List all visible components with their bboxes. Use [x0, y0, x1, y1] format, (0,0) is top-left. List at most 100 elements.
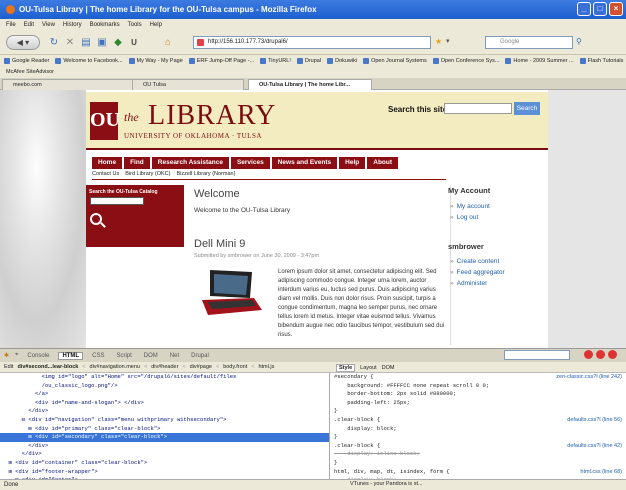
style-tab-layout[interactable]: Layout	[360, 365, 377, 371]
site-search-input[interactable]	[444, 103, 512, 114]
fb-tab-dom[interactable]: DOM	[141, 353, 161, 359]
css-rule-line[interactable]: }	[331, 459, 626, 468]
nav-about[interactable]: About	[367, 157, 399, 169]
html-source-line[interactable]: </a>	[0, 390, 329, 399]
nav-services[interactable]: Services	[230, 157, 270, 169]
style-tab-style[interactable]: Style	[336, 363, 356, 372]
menu-tools[interactable]: Tools	[128, 22, 142, 28]
link-feed-aggregator[interactable]: Feed aggregator	[450, 269, 505, 276]
menu-view[interactable]: View	[42, 22, 55, 28]
link-log-out[interactable]: Log out	[450, 214, 479, 221]
close-button[interactable]: ×	[609, 2, 623, 16]
html-source-line[interactable]: ⊞ <div id="footer-wrapper">	[0, 468, 329, 477]
dropdown-icon[interactable]: ▾	[446, 37, 450, 45]
minimize-button[interactable]: _	[577, 2, 591, 16]
print-icon[interactable]: ▤	[80, 37, 92, 49]
css-source-link[interactable]: html.css (line 68)	[580, 468, 622, 477]
nav-find[interactable]: Find	[124, 157, 150, 169]
fb-tab-css[interactable]: CSS	[89, 353, 107, 359]
stop-icon[interactable]: ✕	[64, 37, 76, 49]
css-rule-line[interactable]: #secondary {zen-classic.css?l (line 242)	[331, 373, 626, 382]
fb-tab-drupal[interactable]: Drupal	[188, 353, 212, 359]
crumb-body[interactable]: body.front	[223, 364, 247, 370]
home-icon[interactable]: ⌂	[162, 37, 174, 49]
inspect-icon[interactable]: ⌖	[15, 352, 18, 359]
crumb-header[interactable]: div#header	[151, 364, 178, 370]
fb-minimize-icon[interactable]	[584, 350, 593, 359]
link-administer[interactable]: Administer	[450, 280, 488, 287]
fb-detach-icon[interactable]	[596, 350, 605, 359]
secnav-bizzell-library[interactable]: Bizzell Library (Norman)	[176, 171, 235, 177]
html-source-line[interactable]: ⊞ <div id="container" class="clear-block…	[0, 459, 329, 468]
bookmark-ojs[interactable]: Open Journal Systems	[363, 58, 427, 64]
css-rule-line[interactable]: display: inline-block;	[331, 450, 626, 459]
css-rule-line[interactable]: }	[331, 433, 626, 442]
fb-close-icon[interactable]	[608, 350, 617, 359]
css-rule-line[interactable]: border-bottom: 2px solid #880000;	[331, 390, 626, 399]
html-source-line[interactable]: </div>	[0, 407, 329, 416]
html-source-line[interactable]: ⊟ <div id="navigation" class="menu withp…	[0, 416, 329, 425]
bookmark-erf[interactable]: ERF Jump-Off Page -...	[188, 58, 254, 64]
site-title[interactable]: LIBRARY	[148, 100, 276, 132]
html-source-line[interactable]: ⊞ <div id="primary" class="clear-block">	[0, 425, 329, 434]
html-source-line[interactable]: <div id="name-and-slogan"> </div>	[0, 399, 329, 408]
mcafee-siteadvisor[interactable]: McAfee SiteAdvisor	[0, 67, 626, 78]
bookmark-dokuwiki[interactable]: Dokuwiki	[327, 58, 357, 64]
tab-library[interactable]: OU-Tulsa Library | The home Libr...	[248, 79, 372, 90]
menu-history[interactable]: History	[63, 22, 82, 28]
star-icon[interactable]: ★	[435, 37, 442, 46]
crumb-page[interactable]: div#page	[190, 364, 212, 370]
fb-tab-html[interactable]: HTML	[58, 351, 84, 360]
crumb-html[interactable]: html.js	[258, 364, 274, 370]
css-rule-line[interactable]: .clear-block {defaults.css?l (line 56)	[331, 416, 626, 425]
menu-file[interactable]: File	[6, 22, 16, 28]
crumb-secondary[interactable]: div#second...lear-block	[17, 364, 78, 370]
html-source-line[interactable]: <img id="logo" alt="Home" src="/drupal6/…	[0, 373, 329, 382]
save-icon[interactable]: ▣	[96, 37, 108, 49]
bookmark-google-reader[interactable]: Google Reader	[4, 58, 49, 64]
link-my-account[interactable]: My account	[450, 203, 490, 210]
menu-edit[interactable]: Edit	[24, 22, 34, 28]
bookmark-tinyurl[interactable]: TinyURL!	[260, 58, 291, 64]
back-button[interactable]: ◀ ▾	[6, 35, 40, 50]
post-title[interactable]: Dell Mini 9	[194, 238, 245, 250]
css-rule-line[interactable]: background: #FFFFCC none repeat scroll 0…	[331, 382, 626, 391]
crumb-edit[interactable]: Edit	[4, 364, 13, 370]
search-icon[interactable]: ⚲	[576, 37, 582, 46]
magnifier-icon[interactable]	[90, 213, 102, 225]
bookmark-summer[interactable]: Home - 2009 Summer ...	[505, 58, 574, 64]
nav-home[interactable]: Home	[92, 157, 123, 169]
tab-ou-tulsa[interactable]: OU Tulsa	[132, 79, 244, 90]
secnav-bird-library[interactable]: Bird Library (OKC)	[125, 171, 170, 177]
css-source-link[interactable]: defaults.css?l (line 42)	[567, 442, 622, 451]
html-source-line[interactable]: /ou_classic_logo.png"/>	[0, 382, 329, 391]
maximize-button[interactable]: □	[593, 2, 607, 16]
css-rule-line[interactable]: }	[331, 407, 626, 416]
bookmark-facebook[interactable]: Welcome to Facebook...	[55, 58, 123, 64]
firebug-search-input[interactable]	[504, 350, 570, 360]
menu-bookmarks[interactable]: Bookmarks	[90, 22, 120, 28]
css-rule-line[interactable]: display: block;	[331, 425, 626, 434]
search-engine-input[interactable]: Google	[485, 36, 573, 49]
addon-icon[interactable]: ◆	[112, 37, 124, 49]
nav-research-assistance[interactable]: Research Assistance	[151, 157, 229, 169]
css-source-link[interactable]: defaults.css?l (line 56)	[567, 416, 622, 425]
fb-tab-net[interactable]: Net	[167, 353, 182, 359]
html-source-line[interactable]: </div>	[0, 442, 329, 451]
fb-tab-console[interactable]: Console	[24, 353, 52, 359]
style-tab-dom[interactable]: DOM	[382, 365, 395, 371]
html-source-line[interactable]: </div>	[0, 450, 329, 459]
menu-help[interactable]: Help	[150, 22, 162, 28]
reload-icon[interactable]: ↻	[48, 37, 60, 49]
secnav-contact-us[interactable]: Contact Us	[92, 171, 119, 177]
link-create-content[interactable]: Create content	[450, 258, 500, 265]
bookmark-my-way[interactable]: My Way - My Page	[128, 58, 183, 64]
address-input[interactable]: http://156.110.177.73/drupal6/	[193, 36, 431, 49]
catalog-search-input[interactable]	[90, 197, 144, 205]
css-source-link[interactable]: zen-classic.css?l (line 242)	[556, 373, 622, 382]
css-rule-line[interactable]: .clear-block {defaults.css?l (line 42)	[331, 442, 626, 451]
fb-tab-script[interactable]: Script	[113, 353, 134, 359]
css-rule-line[interactable]: html, div, map, dt, isindex, form {html.…	[331, 468, 626, 477]
bookmark-drupal[interactable]: Drupal	[296, 58, 321, 64]
crumb-navigation[interactable]: div#navigation.menu	[90, 364, 140, 370]
